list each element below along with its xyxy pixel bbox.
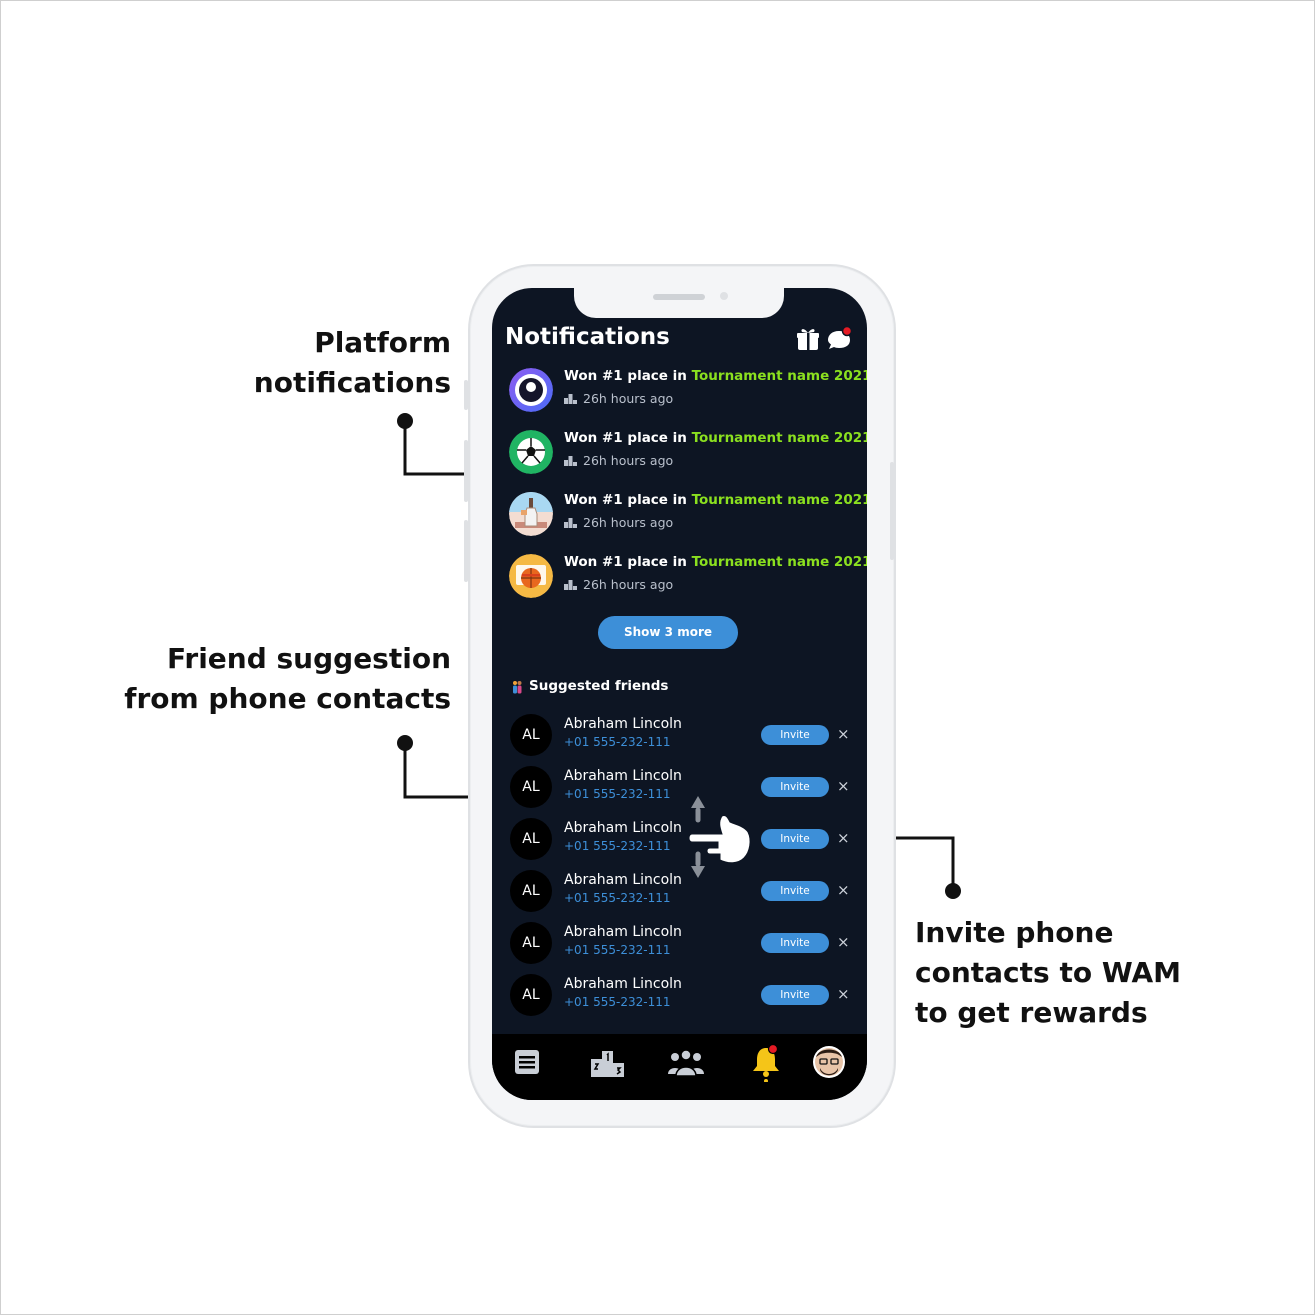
- friend-suggestion-row: AL Abraham Lincoln +01 555-232-111 Invit…: [492, 762, 867, 814]
- phone-speaker: [653, 294, 705, 300]
- friend-phone: +01 555-232-111: [564, 839, 671, 853]
- podium-icon: [564, 394, 577, 404]
- friend-suggestion-row: AL Abraham Lincoln +01 555-232-111 Invit…: [492, 918, 867, 970]
- notification-time-text: 26h hours ago: [583, 453, 674, 468]
- notification-prefix: Won #1 place in: [564, 368, 692, 384]
- notification-item[interactable]: Won #1 place in Tournament name 2021 26h…: [492, 486, 867, 542]
- friend-name: Abraham Lincoln: [564, 872, 682, 888]
- page-title: Notifications: [505, 324, 670, 350]
- notification-prefix: Won #1 place in: [564, 492, 692, 508]
- avatar: AL: [510, 818, 552, 860]
- gift-icon[interactable]: [795, 326, 821, 352]
- profile-avatar[interactable]: [809, 1042, 849, 1082]
- podium-icon: [564, 518, 577, 528]
- feed-icon[interactable]: [507, 1042, 547, 1082]
- basketball-hoop-icon: [509, 554, 553, 598]
- scroll-hand-gesture-icon: [688, 796, 751, 878]
- callout-line: to get rewards: [915, 996, 1148, 1029]
- notification-item[interactable]: Won #1 place in Tournament name 2021 26h…: [492, 362, 867, 418]
- callout-line: notifications: [253, 366, 451, 399]
- invite-button[interactable]: Invite: [761, 933, 829, 953]
- callout-invite-contacts: Invite phone contacts to WAM to get rewa…: [915, 913, 1181, 1033]
- dismiss-icon[interactable]: ×: [837, 776, 850, 796]
- callout-line: Friend suggestion: [167, 642, 451, 675]
- dismiss-icon[interactable]: ×: [837, 828, 850, 848]
- friend-phone: +01 555-232-111: [564, 943, 671, 957]
- friend-phone: +01 555-232-111: [564, 891, 671, 905]
- phone-side-button: [890, 462, 894, 560]
- notification-item[interactable]: Won #1 place in Tournament name 2021 26h…: [492, 548, 867, 604]
- friend-suggestion-row: AL Abraham Lincoln +01 555-232-111 Invit…: [492, 970, 867, 1022]
- notification-prefix: Won #1 place in: [564, 430, 692, 446]
- friend-suggestion-row: AL Abraham Lincoln +01 555-232-111 Invit…: [492, 866, 867, 918]
- avatar: AL: [510, 974, 552, 1016]
- invite-button[interactable]: Invite: [761, 829, 829, 849]
- phone-camera: [720, 292, 728, 300]
- notification-time-text: 26h hours ago: [583, 391, 674, 406]
- friend-name: Abraham Lincoln: [564, 924, 682, 940]
- avatar: AL: [510, 714, 552, 756]
- callout-line: Platform: [314, 326, 451, 359]
- phone-side-button: [464, 380, 468, 410]
- dismiss-icon[interactable]: ×: [837, 932, 850, 952]
- suggested-friends-title: Suggested friends: [529, 678, 669, 694]
- bottle-game-icon: [509, 492, 553, 536]
- notification-item[interactable]: Won #1 place in Tournament name 2021 26h…: [492, 424, 867, 480]
- friend-name: Abraham Lincoln: [564, 716, 682, 732]
- friend-suggestion-row: AL Abraham Lincoln +01 555-232-111 Invit…: [492, 814, 867, 866]
- tournament-link[interactable]: Tournament name 2021: [692, 492, 867, 508]
- dismiss-icon[interactable]: ×: [837, 880, 850, 900]
- phone-screen: Notifications Won #1 place in Tournament…: [492, 288, 867, 1100]
- notification-time: 26h hours ago: [564, 453, 673, 468]
- notification-time: 26h hours ago: [564, 577, 673, 592]
- notification-prefix: Won #1 place in: [564, 554, 692, 570]
- invite-button[interactable]: Invite: [761, 777, 829, 797]
- eye-logo-icon: [509, 368, 553, 412]
- callout-friend-suggestion: Friend suggestion from phone contacts: [124, 639, 451, 719]
- callout-line: contacts to WAM: [915, 956, 1181, 989]
- friend-name: Abraham Lincoln: [564, 820, 682, 836]
- callout-line: from phone contacts: [124, 682, 451, 715]
- notification-time: 26h hours ago: [564, 515, 673, 530]
- avatar: AL: [510, 922, 552, 964]
- friends-group-icon[interactable]: [666, 1042, 706, 1082]
- callout-platform-notifications: Platform notifications: [254, 323, 451, 403]
- friend-suggestion-row: AL Abraham Lincoln +01 555-232-111 Invit…: [492, 710, 867, 762]
- friend-phone: +01 555-232-111: [564, 995, 671, 1009]
- dismiss-icon[interactable]: ×: [837, 724, 850, 744]
- show-more-button[interactable]: Show 3 more: [598, 616, 738, 649]
- notification-time: 26h hours ago: [564, 391, 673, 406]
- tournament-link[interactable]: Tournament name 2021: [692, 554, 867, 570]
- tournament-link[interactable]: Tournament name 2021: [692, 368, 867, 384]
- chat-icon[interactable]: [826, 326, 852, 352]
- phone-side-button: [464, 440, 468, 502]
- invite-button[interactable]: Invite: [761, 725, 829, 745]
- friend-phone: +01 555-232-111: [564, 787, 671, 801]
- people-icon: [513, 681, 522, 694]
- notification-text: Won #1 place in Tournament name 2021: [564, 368, 867, 384]
- callout-line: Invite phone: [915, 916, 1114, 949]
- avatar: AL: [510, 870, 552, 912]
- phone-side-button: [464, 520, 468, 582]
- tournament-link[interactable]: Tournament name 2021: [692, 430, 867, 446]
- podium-icon: [564, 456, 577, 466]
- notification-text: Won #1 place in Tournament name 2021: [564, 430, 867, 446]
- notification-time-text: 26h hours ago: [583, 515, 674, 530]
- podium-icon: [564, 580, 577, 590]
- friend-name: Abraham Lincoln: [564, 768, 682, 784]
- notifications-bell-icon[interactable]: [746, 1042, 786, 1082]
- dismiss-icon[interactable]: ×: [837, 984, 850, 1004]
- invite-button[interactable]: Invite: [761, 985, 829, 1005]
- phone-notch: [574, 288, 784, 318]
- invite-button[interactable]: Invite: [761, 881, 829, 901]
- friend-phone: +01 555-232-111: [564, 735, 671, 749]
- notification-text: Won #1 place in Tournament name 2021: [564, 554, 867, 570]
- friend-name: Abraham Lincoln: [564, 976, 682, 992]
- notification-time-text: 26h hours ago: [583, 577, 674, 592]
- avatar: AL: [510, 766, 552, 808]
- leaderboard-podium-icon[interactable]: [587, 1042, 627, 1082]
- bottom-tab-bar: [492, 1034, 867, 1100]
- notification-text: Won #1 place in Tournament name 2021: [564, 492, 867, 508]
- soccer-ball-icon: [509, 430, 553, 474]
